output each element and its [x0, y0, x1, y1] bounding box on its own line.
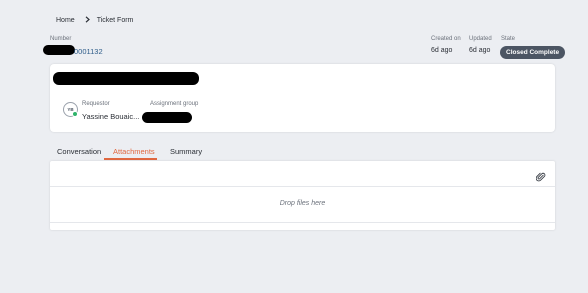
updated-label: Updated	[469, 36, 492, 42]
tab-conversation[interactable]: Conversation	[57, 146, 101, 158]
created-value: 6d ago	[431, 47, 453, 54]
online-status-icon	[72, 111, 78, 117]
requestor-label: Requestor	[82, 101, 110, 107]
tab-attachments[interactable]: Attachments	[113, 146, 155, 158]
ticket-number: 0001132	[74, 47, 103, 56]
updated-value: 6d ago	[469, 47, 491, 54]
active-tab-indicator	[104, 158, 157, 160]
redacted-assignment-group	[142, 112, 192, 123]
created-label: Created on	[431, 36, 461, 42]
breadcrumb-home[interactable]: Home	[56, 17, 75, 24]
breadcrumb: Home Ticket Form	[56, 15, 133, 25]
assignment-group-label: Assignment group	[150, 101, 199, 107]
paperclip-icon[interactable]	[535, 169, 546, 182]
redacted-number-prefix	[43, 45, 75, 55]
ticket-summary-card: YB Requestor Yassine Bouaic... Assignmen…	[50, 64, 555, 132]
attachments-panel: Drop files here	[50, 161, 555, 230]
redacted-title	[53, 72, 199, 85]
breadcrumb-current: Ticket Form	[96, 16, 134, 24]
chevron-right-icon	[85, 15, 90, 25]
state-label: State	[501, 36, 516, 42]
requestor-value[interactable]: Yassine Bouaic...	[82, 112, 139, 121]
number-label: Number	[50, 36, 72, 42]
state-badge: Closed Complete	[500, 46, 566, 59]
tab-summary[interactable]: Summary	[170, 146, 202, 158]
panel-bottom-divider	[50, 222, 555, 223]
panel-divider	[50, 186, 555, 187]
drop-zone-text[interactable]: Drop files here	[50, 200, 555, 207]
